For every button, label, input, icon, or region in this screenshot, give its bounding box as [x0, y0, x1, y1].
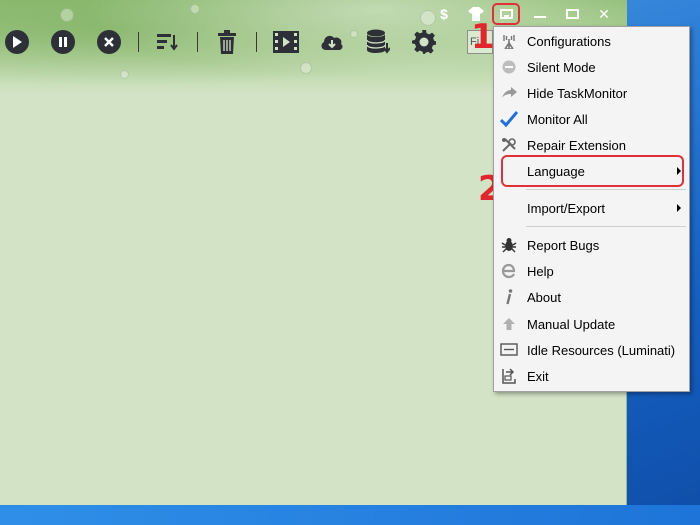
pause-icon: [51, 30, 75, 54]
desktop-taskbar-edge: [0, 505, 700, 525]
database-button[interactable]: [365, 29, 391, 55]
sort-button[interactable]: [155, 29, 181, 55]
menu-item-label: Manual Update: [527, 316, 616, 332]
dew-drop: [60, 8, 74, 22]
video-button[interactable]: [273, 29, 299, 55]
pause-button[interactable]: [50, 29, 76, 55]
menu-item-label: Monitor All: [527, 111, 588, 127]
language-highlight-annotation: [501, 155, 684, 187]
menu-item-report-bugs[interactable]: Report Bugs: [494, 232, 689, 258]
main-menu-button[interactable]: [492, 3, 520, 25]
maximize-icon: [565, 9, 579, 19]
help-e-icon: [494, 258, 524, 284]
info-icon: [494, 284, 524, 310]
gear-icon: [412, 30, 436, 54]
toolbar: [4, 28, 457, 56]
menu-item-label: Idle Resources (Luminati): [527, 342, 676, 358]
cloud-download-icon: [321, 35, 343, 50]
minus-circle-icon: [494, 54, 524, 80]
menu-item-monitor-all[interactable]: Monitor All: [494, 106, 689, 132]
menu-item-about[interactable]: About: [494, 284, 689, 310]
submenu-arrow-icon: [677, 204, 681, 212]
monitor-icon: [494, 337, 524, 363]
menu-separator: [526, 189, 686, 190]
arrow-icon: [494, 80, 524, 106]
close-icon: ✕: [598, 5, 610, 22]
cancel-button[interactable]: [96, 29, 122, 55]
sort-icon: [157, 34, 178, 51]
database-icon: [366, 29, 390, 54]
menu-item-label: Configurations: [527, 33, 611, 49]
menu-item-exit[interactable]: Exit: [494, 363, 689, 389]
menu-item-label: Help: [527, 263, 554, 279]
main-context-menu: Configurations Silent Mode Hide TaskMoni…: [493, 26, 690, 392]
menu-item-label: Hide TaskMonitor: [527, 85, 628, 101]
minimize-button[interactable]: [524, 3, 556, 25]
menu-item-label: Report Bugs: [527, 237, 600, 253]
menu-item-label: Silent Mode: [527, 59, 596, 75]
menu-item-import-export[interactable]: Import/Export: [494, 195, 689, 221]
film-icon: [273, 31, 299, 53]
cloud-download-button[interactable]: [319, 29, 345, 55]
menu-item-label: Import/Export: [527, 200, 606, 216]
menu-item-help[interactable]: Help: [494, 258, 689, 284]
delete-button[interactable]: [214, 29, 240, 55]
exit-icon: [494, 363, 524, 389]
checkmark-icon: [494, 106, 524, 132]
menu-item-configurations[interactable]: Configurations: [494, 28, 689, 54]
toolbar-separator: [256, 32, 257, 52]
maximize-button[interactable]: [556, 3, 588, 25]
menu-item-label: Exit: [527, 368, 549, 384]
menu-box-icon: [499, 9, 513, 19]
dew-drop: [120, 70, 129, 79]
settings-button[interactable]: [411, 29, 437, 55]
minimize-icon: [534, 16, 546, 18]
toolbar-separator: [138, 32, 139, 52]
donate-button[interactable]: $: [428, 3, 460, 25]
dew-drop: [190, 4, 200, 14]
dollar-icon: $: [440, 6, 448, 22]
menu-item-hide-taskmonitor[interactable]: Hide TaskMonitor: [494, 80, 689, 106]
menu-item-label: Repair Extension: [527, 137, 626, 153]
toolbar-separator: [197, 32, 198, 52]
title-bar-controls: $ ✕: [428, 2, 626, 26]
up-arrow-icon: [494, 311, 524, 337]
menu-item-manual-update[interactable]: Manual Update: [494, 311, 689, 337]
close-button[interactable]: ✕: [588, 3, 620, 25]
antenna-icon: [494, 28, 524, 54]
menu-separator: [526, 226, 686, 227]
menu-icon-empty: [494, 195, 524, 221]
dew-drop: [300, 62, 312, 74]
menu-item-idle-resources[interactable]: Idle Resources (Luminati): [494, 337, 689, 363]
bug-icon: [494, 232, 524, 258]
cancel-icon: [97, 30, 121, 54]
menu-item-silent-mode[interactable]: Silent Mode: [494, 54, 689, 80]
start-button[interactable]: [4, 29, 30, 55]
trash-icon: [218, 30, 236, 54]
step-1-annotation: 1: [471, 17, 495, 57]
menu-item-label: About: [527, 289, 561, 305]
play-icon: [5, 30, 29, 54]
